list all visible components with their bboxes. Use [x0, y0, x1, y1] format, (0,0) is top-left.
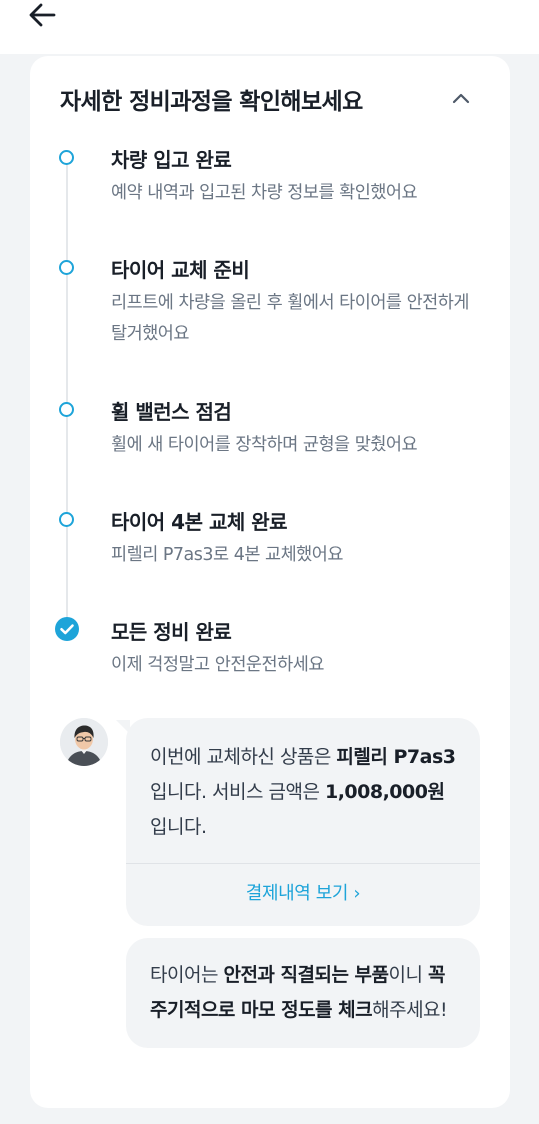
message-text: 타이어는 — [150, 964, 224, 986]
step-title: 모든 정비 완료 — [111, 620, 232, 644]
check-circle-icon — [55, 617, 79, 641]
avatar-photo — [60, 718, 108, 766]
tip-message: 타이어는 안전과 직결되는 부품이니 꼭 주기적으로 마모 정도를 체크해주세요… — [126, 938, 480, 1048]
process-card: 자세한 정비과정을 확인해보세요 차량 입고 완료 예약 내역과 입고된 차량 … — [30, 56, 510, 1108]
step-status-dot — [59, 512, 74, 527]
chat-bubble-tip: 타이어는 안전과 직결되는 부품이니 꼭 주기적으로 마모 정도를 체크해주세요… — [126, 938, 480, 1048]
message-text: 이번에 교체하신 상품은 — [150, 746, 337, 768]
step-description: 피렐리 P7as3로 4본 교체했어요 — [111, 545, 343, 565]
step-title: 차량 입고 완료 — [111, 148, 232, 172]
step-description: 리프트에 차량을 올린 후 휠에서 타이어를 안전하게 탈거했어요 — [111, 293, 469, 344]
step-title: 타이어 4본 교체 완료 — [111, 510, 288, 534]
message-text: 이니 — [388, 964, 429, 986]
step-status-dot — [59, 402, 74, 417]
top-app-bar — [0, 0, 539, 54]
step-status-dot — [59, 260, 74, 275]
message-text: 해주세요! — [372, 999, 448, 1021]
product-name: 피렐리 P7as3 — [336, 746, 456, 768]
step-description: 예약 내역과 입고된 차량 정보를 확인했어요 — [111, 183, 418, 203]
step-status-dot — [59, 150, 74, 165]
avatar — [60, 718, 108, 766]
summary-message: 이번에 교체하신 상품은 피렐리 P7as3 입니다. 서비스 금액은 1,00… — [126, 718, 480, 863]
step-description: 휠에 새 타이어를 장착하며 균형을 맞췄어요 — [111, 435, 418, 455]
step-title: 타이어 교체 준비 — [111, 258, 250, 282]
chevron-up-icon — [452, 93, 470, 104]
message-text: 입니다. — [150, 816, 207, 838]
chat-bubble-summary: 이번에 교체하신 상품은 피렐리 P7as3 입니다. 서비스 금액은 1,00… — [126, 718, 480, 926]
collapse-button[interactable] — [448, 86, 474, 112]
back-button[interactable] — [26, 0, 60, 32]
timeline-line — [66, 160, 68, 630]
emphasis-text: 안전과 직결되는 부품 — [223, 964, 389, 986]
payment-history-link[interactable]: 결제내역 보기 › — [126, 864, 480, 926]
card-title: 자세한 정비과정을 확인해보세요 — [60, 89, 363, 115]
back-arrow-icon — [29, 3, 56, 27]
step-title: 휠 밸런스 점검 — [111, 400, 232, 424]
service-price: 1,008,000원 — [324, 781, 445, 803]
message-text: 입니다. 서비스 금액은 — [150, 781, 325, 803]
step-description: 이제 걱정말고 안전운전하세요 — [111, 655, 324, 675]
